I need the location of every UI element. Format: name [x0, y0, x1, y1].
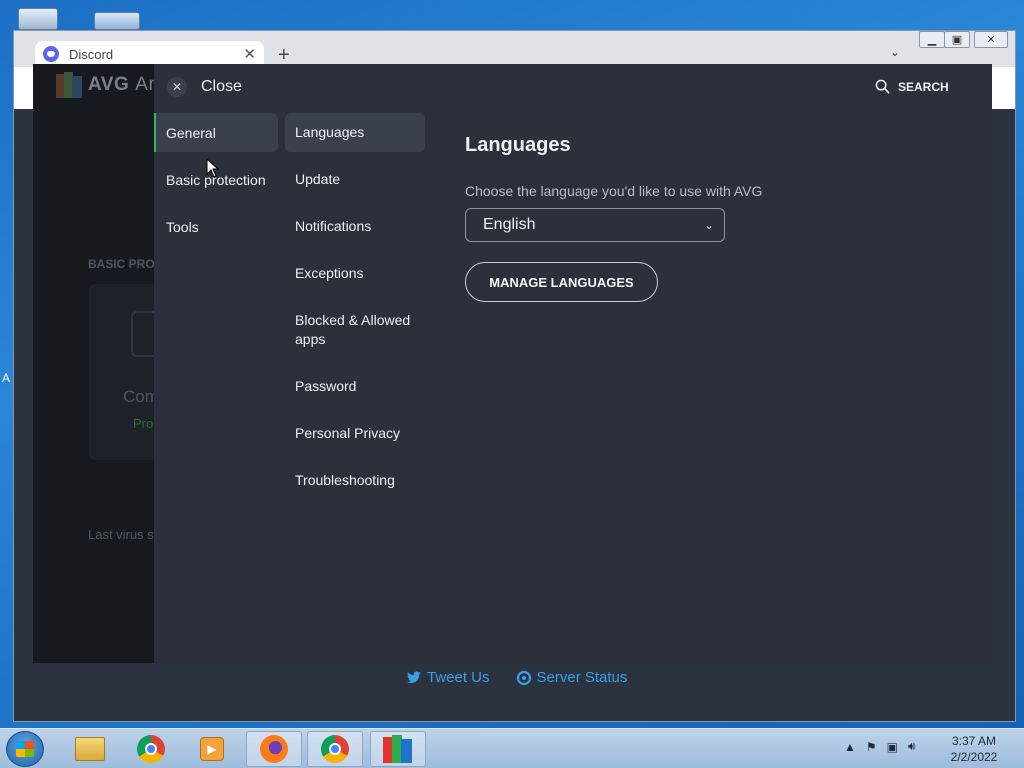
volume-icon[interactable]: 🔊︎	[908, 739, 916, 754]
action-center-flag-icon[interactable]: ⚑	[866, 740, 877, 754]
server-status-label: Server Status	[536, 669, 628, 686]
media-player-button[interactable]: ▶	[184, 731, 240, 767]
subitem-personal-privacy[interactable]: Personal Privacy	[285, 414, 425, 453]
panel-description: Choose the language you'd like to use wi…	[465, 183, 763, 199]
basic-protection-label: BASIC PRO	[88, 257, 155, 271]
file-explorer-icon	[75, 737, 105, 761]
footer-links: Tweet Us Server Status	[406, 669, 627, 686]
windows-logo-icon	[16, 741, 34, 757]
avg-logo-icon	[56, 72, 82, 98]
server-status-link[interactable]: Server Status	[516, 669, 628, 686]
twitter-icon	[406, 671, 421, 683]
taskbar: ▶ ▲ ⚑ ▣ 🔊︎ 3:37 AM 2/2/2022	[0, 728, 1024, 768]
settings-dialog: ✕ Close SEARCH General Basic protection …	[154, 64, 992, 663]
category-label: Tools	[166, 218, 199, 235]
languages-panel: Languages Choose the language you'd like…	[465, 134, 945, 302]
category-label: General	[166, 124, 216, 141]
chrome-icon	[321, 735, 349, 763]
show-hidden-icons-icon[interactable]: ▲	[844, 740, 856, 754]
category-tools[interactable]: Tools	[154, 207, 278, 246]
subitem-languages[interactable]: Languages	[285, 113, 425, 152]
tab-close-icon[interactable]: ✕	[243, 45, 256, 63]
subitem-password[interactable]: Password	[285, 367, 425, 406]
clock-time: 3:37 AM	[951, 734, 997, 748]
panel-title: Languages	[465, 134, 571, 156]
settings-categories: General Basic protection Tools	[154, 113, 278, 254]
close-label: Close	[201, 78, 242, 95]
discord-icon	[43, 46, 59, 62]
minimize-button[interactable]: ▁	[919, 31, 945, 48]
mouse-cursor-icon	[206, 158, 220, 178]
window-close-button[interactable]: ✕	[974, 31, 1008, 48]
avg-icon	[383, 735, 413, 763]
firefox-button[interactable]	[246, 731, 302, 767]
media-player-icon: ▶	[200, 737, 224, 761]
last-scan-text: Last virus s	[88, 527, 154, 542]
subitem-label: Personal Privacy	[295, 425, 401, 441]
tab-search-chevron-icon[interactable]: ⌄	[890, 45, 900, 59]
chrome-button[interactable]	[123, 731, 179, 767]
search-button[interactable]: SEARCH	[875, 79, 949, 94]
close-button[interactable]: ✕ Close	[167, 77, 242, 97]
tweet-us-label: Tweet Us	[427, 669, 490, 686]
subitem-notifications[interactable]: Notifications	[285, 207, 425, 246]
avg-taskbar-button[interactable]	[370, 731, 426, 767]
file-explorer-button[interactable]	[62, 731, 118, 767]
desktop-edge-letter: A	[2, 371, 11, 385]
system-tray: ▲ ⚑ ▣ 🔊︎	[844, 739, 916, 754]
clock-date: 2/2/2022	[950, 750, 998, 764]
subitem-label: Exceptions	[295, 265, 364, 281]
subitem-troubleshooting[interactable]: Troubleshooting	[285, 461, 425, 500]
maximize-button[interactable]: ▣	[944, 31, 970, 48]
search-label: SEARCH	[898, 79, 949, 94]
subitem-exceptions[interactable]: Exceptions	[285, 254, 425, 293]
subitem-update[interactable]: Update	[285, 160, 425, 199]
subitem-label: Blocked & Allowed apps	[295, 312, 411, 347]
chrome-icon	[137, 735, 165, 763]
subitem-label: Notifications	[295, 218, 372, 234]
desktop-network-icon[interactable]	[94, 12, 140, 30]
server-status-icon	[516, 670, 531, 685]
language-select[interactable]: English ⌄	[465, 208, 725, 242]
firefox-icon	[260, 735, 288, 763]
clock[interactable]: 3:37 AM 2/2/2022	[944, 733, 1004, 765]
language-select-value: English	[483, 216, 536, 233]
category-general[interactable]: General	[154, 113, 278, 152]
subitem-label: Update	[295, 171, 341, 187]
subitem-label: Password	[295, 378, 357, 394]
manage-languages-button[interactable]: MANAGE LANGUAGES	[465, 262, 658, 302]
start-button[interactable]	[6, 731, 44, 767]
tab-title: Discord	[69, 46, 114, 62]
chevron-down-icon: ⌄	[703, 218, 714, 232]
avg-logo: AVG An	[56, 72, 160, 98]
tweet-us-link[interactable]: Tweet Us	[406, 669, 490, 686]
subitem-label: Languages	[295, 124, 365, 140]
subitem-blocked-allowed-apps[interactable]: Blocked & Allowed apps	[285, 301, 425, 359]
search-icon	[875, 79, 890, 94]
avg-logo-text: AVG	[88, 74, 130, 95]
settings-subitems: Languages Update Notifications Exception…	[285, 113, 425, 508]
desktop-computer-icon[interactable]	[18, 8, 58, 30]
chrome-button-2[interactable]	[307, 731, 363, 767]
network-icon[interactable]: ▣	[887, 740, 898, 754]
close-icon: ✕	[167, 77, 187, 97]
subitem-label: Troubleshooting	[295, 472, 395, 488]
card-status: Pro	[133, 416, 154, 431]
